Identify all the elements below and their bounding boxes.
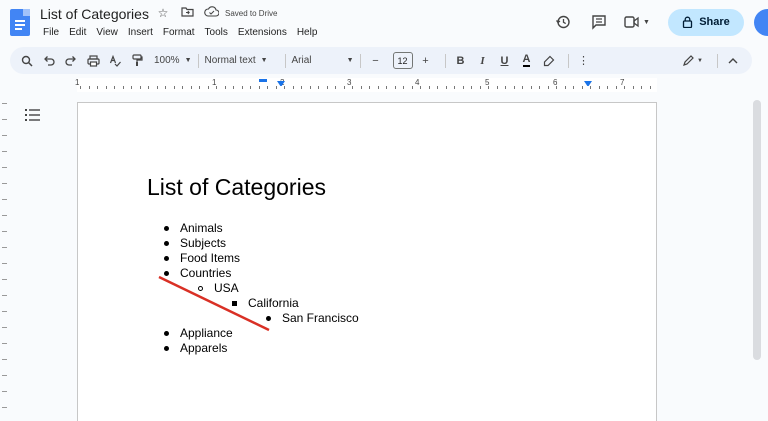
google-docs-window: List of Categories ☆ Saved to Drive File… — [0, 0, 768, 421]
red-annotation-line — [158, 275, 270, 332]
vertical-scrollbar[interactable] — [753, 100, 761, 360]
